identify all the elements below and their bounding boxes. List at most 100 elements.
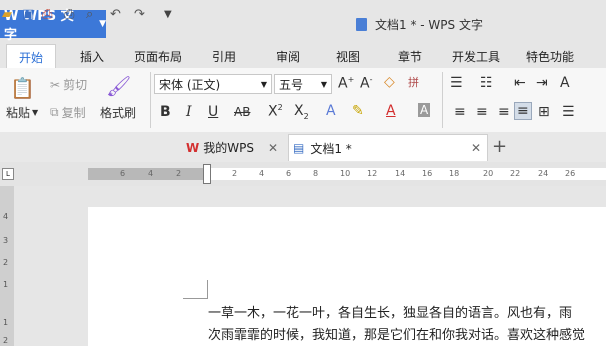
tab-developer[interactable]: 开发工具 [452,48,500,65]
paste-button[interactable]: 粘贴 ▼ [6,104,38,121]
ruler-label: 10 [340,169,351,178]
paste-icon[interactable]: 📋 [10,76,35,100]
format-painter-label: 格式刷 [100,106,137,120]
copy-button[interactable]: ⧉ 复制 [50,104,86,121]
highlight-icon[interactable]: ✎ [352,103,364,119]
doc-tab-label: 我的WPS [203,141,254,155]
vruler-label: 2 [3,336,9,345]
cut-button[interactable]: ✂ 剪切 [50,76,87,93]
chevron-down-icon: ▼ [320,79,327,89]
indent-marker[interactable] [203,164,211,184]
distributed-align-icon[interactable]: ⊞ [538,104,550,120]
group-divider [442,72,443,128]
ruler-label: 22 [510,169,521,178]
wps-logo-icon: W [186,140,200,155]
chevron-down-icon: ▼ [260,79,267,89]
pinyin-guide-icon[interactable]: 拼 [408,74,419,90]
save-icon[interactable]: ▣ [22,7,34,22]
font-size-select[interactable]: 五号 ▼ [274,74,332,94]
doc-tab-document[interactable]: ▤ 文档1 * ✕ [288,134,488,161]
format-painter-button[interactable]: 格式刷 [100,104,136,121]
paragraph-line[interactable]: 次雨霏霏的时候，我知道，那是它们在和你我对话。喜欢这种感觉 [208,324,585,343]
redo-icon[interactable]: ↷ [134,7,145,22]
format-painter-icon[interactable]: 🖌 [106,74,131,98]
font-family-select[interactable]: 宋体 (正文) ▼ [154,74,272,94]
document-icon [356,18,367,31]
ruler-label: 2 [176,169,182,178]
tab-home[interactable]: 开始 [6,44,56,68]
open-folder-icon[interactable]: ▰ [2,7,12,22]
vruler-label: 1 [3,318,9,327]
justify-icon[interactable]: ≡ [514,102,532,120]
tab-references[interactable]: 引用 [212,48,236,65]
ruler-label: 12 [367,169,378,178]
close-icon[interactable]: ✕ [268,141,278,155]
scissors-icon: ✂ [50,77,61,92]
shrink-font-icon[interactable]: A- [360,75,372,92]
print-icon[interactable]: ⎙ [64,7,74,22]
paragraph-line[interactable]: 一草一木，一花一叶，各自生长，独显各自的语言。风也有，雨 [208,302,572,321]
tab-view[interactable]: 视图 [336,48,360,65]
grow-font-icon[interactable]: A+ [338,75,354,92]
chevron-down-icon: ▼ [99,19,106,29]
char-shading-icon[interactable]: A [418,103,431,117]
new-tab-icon[interactable]: + [492,136,507,157]
margin-corner-mark [183,280,208,299]
decrease-indent-icon[interactable]: ⇤ [514,75,526,91]
window-title: 文档1 * - WPS 文字 [356,16,483,33]
ruler-label: 16 [422,169,433,178]
align-center-icon[interactable]: ≡ [476,104,488,120]
numbered-list-icon[interactable]: ☷ [480,75,493,91]
ruler-label: 14 [395,169,406,178]
subscript-icon[interactable]: X2 [294,103,309,121]
line-spacing-icon[interactable]: ☰ [562,104,575,120]
vruler-label: 1 [3,280,9,289]
ruler-label: 18 [449,169,460,178]
bullet-list-icon[interactable]: ☰ [450,75,463,91]
tab-page-layout[interactable]: 页面布局 [134,48,182,65]
ruler-label: 24 [538,169,549,178]
ruler-label: 6 [286,169,292,178]
undo-icon[interactable]: ↶ [110,7,121,22]
customize-toolbar-icon[interactable]: ▼ [164,9,172,20]
window-title-text: 文档1 * - WPS 文字 [375,18,483,32]
italic-icon[interactable]: I [186,104,192,120]
doc-tab-my-wps[interactable]: W 我的WPS ✕ [186,134,286,161]
text-direction-icon[interactable]: A [560,75,570,91]
align-left-icon[interactable]: ≡ [454,104,466,120]
vruler-label: 4 [3,212,9,221]
group-divider [150,72,151,128]
font-size-value: 五号 [279,77,304,92]
ruler-label: 4 [148,169,154,178]
paste-label: 粘贴 [6,106,31,120]
clear-format-icon[interactable]: ◇ [384,74,395,90]
underline-icon[interactable]: U [208,104,218,120]
font-color-icon[interactable]: A [386,103,396,119]
ruler-label: 4 [259,169,265,178]
tab-stop-selector[interactable]: L [2,168,14,180]
ribbon-tabs: 开始 插入 页面布局 引用 审阅 视图 章节 开发工具 特色功能 [0,44,606,68]
doc-tab-label: 文档1 * [310,141,352,156]
bold-icon[interactable]: B [160,104,171,120]
export-pdf-icon[interactable]: ⎙ [42,7,52,22]
tab-review[interactable]: 审阅 [276,48,300,65]
font-family-value: 宋体 (正文) [159,77,221,92]
text-effect-icon[interactable]: A [326,103,336,119]
cut-label: 剪切 [63,78,88,92]
print-preview-icon[interactable]: ⌕ [86,7,93,22]
copy-icon: ⧉ [50,105,59,119]
ruler-label: 2 [232,169,238,178]
document-icon: ▤ [293,141,305,155]
superscript-icon[interactable]: X2 [268,103,283,120]
ruler-label: 26 [565,169,576,178]
tab-insert[interactable]: 插入 [80,48,104,65]
increase-indent-icon[interactable]: ⇥ [536,75,548,91]
vruler-label: 2 [3,258,9,267]
tab-special-features[interactable]: 特色功能 [526,48,574,65]
tab-chapter[interactable]: 章节 [398,48,422,65]
align-right-icon[interactable]: ≡ [498,104,510,120]
ruler-label: 20 [483,169,494,178]
close-icon[interactable]: ✕ [471,141,481,155]
ruler-label: 6 [120,169,126,178]
strikethrough-icon[interactable]: AB [234,105,250,119]
